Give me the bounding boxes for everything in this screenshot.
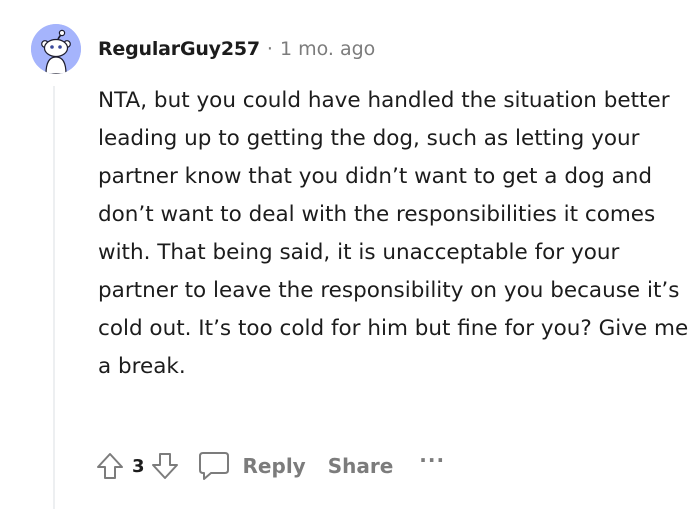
upvote-button[interactable] <box>92 448 128 484</box>
comment-actions: 3 Reply Share ··· <box>92 446 445 486</box>
reply-button[interactable]: Reply <box>197 450 306 482</box>
comment-card: RegularGuy257 · 1 mo. ago NTA, but you c… <box>0 0 700 509</box>
share-button[interactable]: Share <box>328 454 394 478</box>
reddit-snoo-avatar-icon <box>31 24 81 74</box>
comment-timestamp[interactable]: 1 mo. ago <box>280 38 375 60</box>
reply-label: Reply <box>242 454 306 478</box>
comment-meta: RegularGuy257 · 1 mo. ago <box>98 36 375 62</box>
downvote-button[interactable] <box>147 448 183 484</box>
vote-score: 3 <box>132 455 145 477</box>
meta-separator: · <box>266 38 273 60</box>
upvote-arrow-icon <box>97 453 123 479</box>
comment-body: NTA, but you could have handled the situ… <box>98 88 689 379</box>
avatar[interactable] <box>31 24 81 74</box>
speech-bubble-icon <box>198 452 229 480</box>
more-options-button[interactable]: ··· <box>419 448 445 472</box>
author-username[interactable]: RegularGuy257 <box>98 38 260 60</box>
downvote-arrow-icon <box>151 453 178 479</box>
thread-line[interactable] <box>53 86 55 509</box>
